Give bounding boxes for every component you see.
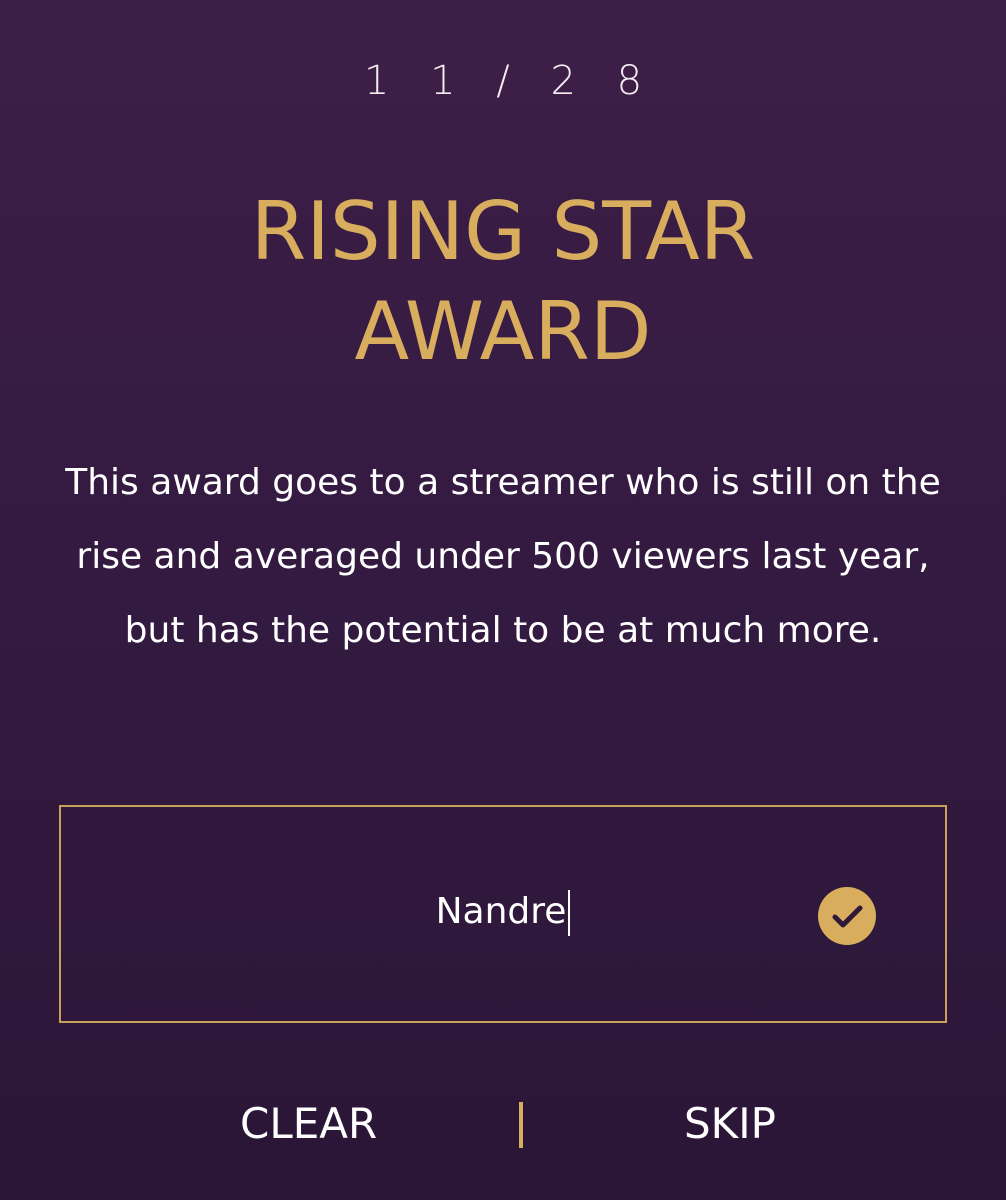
nomination-input-field[interactable]: Nandre (61, 887, 945, 937)
nomination-input[interactable]: Nandre (59, 805, 947, 1023)
award-title-line-1: RISING STAR (250, 185, 756, 278)
award-description: This award goes to a streamer who is sti… (65, 462, 941, 651)
nomination-input-value: Nandre (435, 891, 567, 932)
clear-button[interactable]: CLEAR (240, 1094, 377, 1154)
question-counter: 1 1 / 2 8 (363, 58, 657, 104)
footer-divider (519, 1102, 523, 1148)
check-circle-icon[interactable] (817, 886, 877, 946)
award-title: RISING STAR AWARD (0, 182, 1006, 382)
award-title-line-2: AWARD (354, 285, 652, 378)
check-circle-background (818, 887, 876, 945)
skip-button[interactable]: SKIP (684, 1094, 776, 1154)
text-caret (568, 890, 571, 936)
